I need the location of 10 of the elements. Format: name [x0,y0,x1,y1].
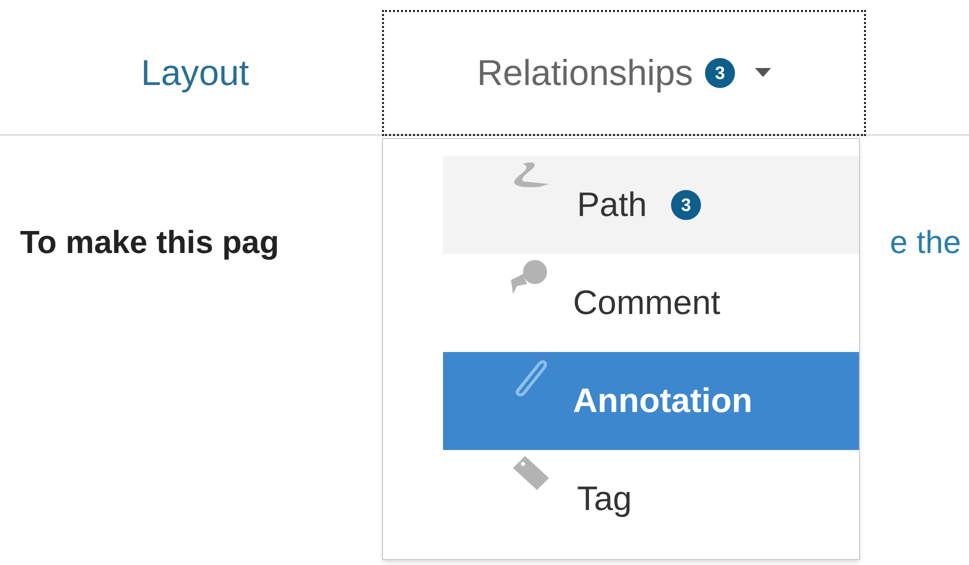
speech-bubbles-icon [509,258,549,296]
menu-item[interactable]: Path 3 [443,156,859,254]
count-badge: 3 [705,58,736,88]
count-badge: 3 [670,190,701,220]
caret-icon [755,68,772,78]
menu-item[interactable]: Annotation [443,352,859,450]
intro-text: To make this pag [20,223,280,262]
link[interactable]: e the [890,218,961,266]
tab[interactable]: Layout [100,10,290,136]
tab[interactable]: Relationships 3 [382,10,866,136]
